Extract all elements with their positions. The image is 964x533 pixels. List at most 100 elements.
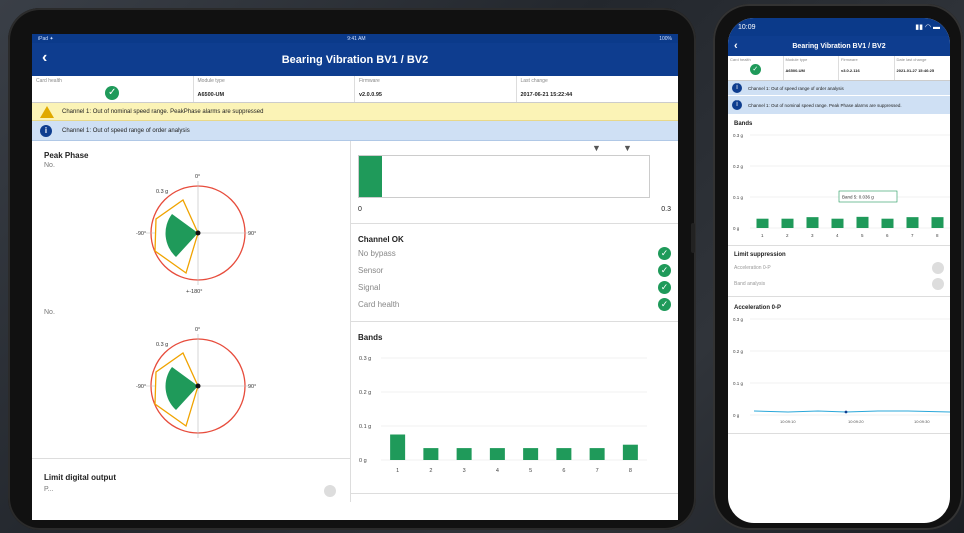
- band-xlabel: 2: [429, 468, 432, 474]
- level-bar-fill: [359, 156, 383, 197]
- band-bar-7: [906, 217, 919, 228]
- phone-info-label: Firmware: [841, 57, 858, 62]
- phone-limit-toggle[interactable]: [932, 262, 944, 274]
- band-bar-5: [523, 448, 539, 460]
- warning-banner[interactable]: Channel 1: Out of nominal speed range. P…: [32, 103, 678, 121]
- band-bar-5: [856, 216, 869, 228]
- phone-info-banner-1[interactable]: i Channel 1: Out of speed range of order…: [728, 81, 950, 96]
- polar1-left-label: -90°: [136, 231, 146, 237]
- phone-info-label: Card health: [730, 57, 751, 62]
- phone-accel-chart: 0.3 g 0.2 g 0.1 g 0 g 10:09:10 10:09:20 …: [733, 317, 950, 424]
- content-columns: Peak Phase No. 0° 90° -90° +-180° 0.3 g …: [32, 141, 678, 502]
- phone-nav-bar: ‹ Bearing Vibration BV1 / BV2: [728, 36, 950, 56]
- info-value: 2017-06-21 15:22:44: [520, 92, 573, 98]
- band-bar-1: [390, 434, 406, 460]
- check-icon: ✓: [658, 247, 671, 260]
- phone-banner-1-text: Channel 1: Out of speed range of order a…: [748, 85, 844, 91]
- marker-down-icon-1: ▼: [592, 143, 601, 153]
- phone-band-ylabel: 0.1 g: [733, 195, 744, 200]
- phone-info-grid: Card health ✓ Module type A6500-UM Firmw…: [728, 56, 950, 81]
- phone-title: Bearing Vibration BV1 / BV2: [792, 42, 886, 50]
- phone-back-button[interactable]: ‹: [734, 40, 738, 52]
- band-bar-3: [806, 217, 819, 228]
- band-xlabel: 2: [786, 233, 789, 238]
- band-bar-4: [831, 218, 844, 228]
- phone-info-module: Module type A6500-UM: [784, 56, 839, 80]
- band-xlabel: 6: [562, 468, 565, 474]
- polar1-top-label: 0°: [195, 174, 200, 180]
- polar2-right-label: 90°: [248, 384, 256, 390]
- tablet-device: iPad ✦ 9:41 AM 100% ‹ Bearing Vibration …: [8, 8, 696, 530]
- channel-row: Card health ✓: [358, 296, 671, 313]
- phone-limit-label: Band analysis: [734, 281, 766, 287]
- limit-output-sub: P...: [44, 486, 54, 493]
- phone-band-ylabel: 0.3 g: [733, 133, 744, 138]
- band-xlabel: 4: [836, 233, 839, 238]
- accel-xlabel: 10:09:10: [780, 419, 796, 424]
- info-icon: i: [732, 100, 742, 110]
- band-ylabel: 0.1 g: [359, 424, 371, 430]
- band-bar-6: [881, 218, 894, 228]
- tablet-side-button: [691, 223, 695, 253]
- phone-banner-2-text: Channel 1: Out of nominal speed range. P…: [748, 102, 902, 108]
- band-bar-1: [756, 218, 769, 228]
- band-tooltip-text: Band 5: 0.036 g: [842, 195, 874, 200]
- polar1-scale-label: 0.3 g: [156, 189, 168, 195]
- channel-row: Signal ✓: [358, 279, 671, 296]
- accel-ylabel: 0.2 g: [733, 349, 744, 354]
- phone-limit-toggle[interactable]: [932, 278, 944, 290]
- info-module-type: Module type A6500-UM: [194, 76, 355, 102]
- phone-info-value: A6500-UM: [785, 68, 805, 73]
- info-grid: Card health ✓ Module type A6500-UM Firmw…: [32, 76, 678, 103]
- phone-time: 10:09: [738, 23, 756, 31]
- band-ylabel: 0.3 g: [359, 356, 371, 362]
- channel-ok-list: No bypass ✓ Sensor ✓ Signal ✓ Card health ✓: [358, 245, 671, 313]
- band-bar-2: [781, 218, 794, 228]
- channel-row: No bypass ✓: [358, 245, 671, 262]
- band-xlabel: 5: [529, 468, 532, 474]
- bands-chart: 1 2 3 4 5 6 7 8 0.3 g 0.2 g 0.1 g 0 g: [359, 356, 647, 474]
- phone-band-ylabel: 0.2 g: [733, 164, 744, 169]
- phone-status-bar: 10:09 ▮▮ ◠ ▬: [728, 18, 950, 36]
- band-xlabel: 7: [596, 468, 599, 474]
- band-bar-6: [556, 448, 572, 460]
- band-xlabel: 1: [761, 233, 764, 238]
- info-label: Firmware: [359, 78, 380, 84]
- info-label: Card health: [36, 78, 62, 84]
- polar2-top-label: 0°: [195, 327, 200, 333]
- peak-phase-polar-charts: 0° 90° -90° +-180° 0.3 g 0° 90° -90° 0.3…: [136, 174, 256, 438]
- polar1-bottom-label: +-180°: [186, 289, 202, 295]
- phone-limit-row: Band analysis: [728, 276, 950, 292]
- limit-output-toggle[interactable]: [324, 485, 336, 497]
- band-ylabel: 0.2 g: [359, 390, 371, 396]
- phone-info-value: 2021-01-27 15:46:25: [896, 68, 935, 73]
- band-ylabel: 0 g: [359, 458, 367, 464]
- info-banner[interactable]: i Channel 1: Out of speed range of order…: [32, 121, 678, 141]
- band-xlabel: 5: [861, 233, 864, 238]
- accel-ylabel: 0.1 g: [733, 381, 744, 386]
- status-left: iPad ✦: [38, 35, 54, 42]
- phone-info-value: v3.0.2.116: [841, 68, 860, 73]
- band-xlabel: 8: [936, 233, 939, 238]
- band-xlabel: 3: [463, 468, 466, 474]
- phone-limit-label: Acceleration 0-P: [734, 265, 771, 271]
- phone-info-last-change: Date last change 2021-01-27 15:46:25: [895, 56, 951, 80]
- channel-row: Sensor ✓: [358, 262, 671, 279]
- phone-info-banner-2[interactable]: i Channel 1: Out of nominal speed range.…: [728, 96, 950, 115]
- warning-text: Channel 1: Out of nominal speed range. P…: [62, 108, 264, 115]
- check-icon: ✓: [658, 298, 671, 311]
- band-xlabel: 1: [396, 468, 399, 474]
- accel-xlabel: 10:09:20: [848, 419, 864, 424]
- phone-info-label: Date last change: [896, 57, 927, 62]
- status-bar: iPad ✦ 9:41 AM 100%: [32, 34, 678, 43]
- back-button[interactable]: ‹: [42, 49, 47, 67]
- polar2-scale-label: 0.3 g: [156, 342, 168, 348]
- check-icon: ✓: [105, 86, 120, 100]
- check-icon: ✓: [749, 64, 761, 75]
- accel-xlabel: 10:09:30: [914, 419, 930, 424]
- info-card-health: Card health ✓: [32, 76, 194, 102]
- info-last-change: Last change 2017-06-21 15:22:44: [517, 76, 679, 102]
- channel-row-label: Sensor: [358, 266, 384, 275]
- band-bar-8: [931, 217, 944, 228]
- level-max: 0.3: [661, 206, 671, 213]
